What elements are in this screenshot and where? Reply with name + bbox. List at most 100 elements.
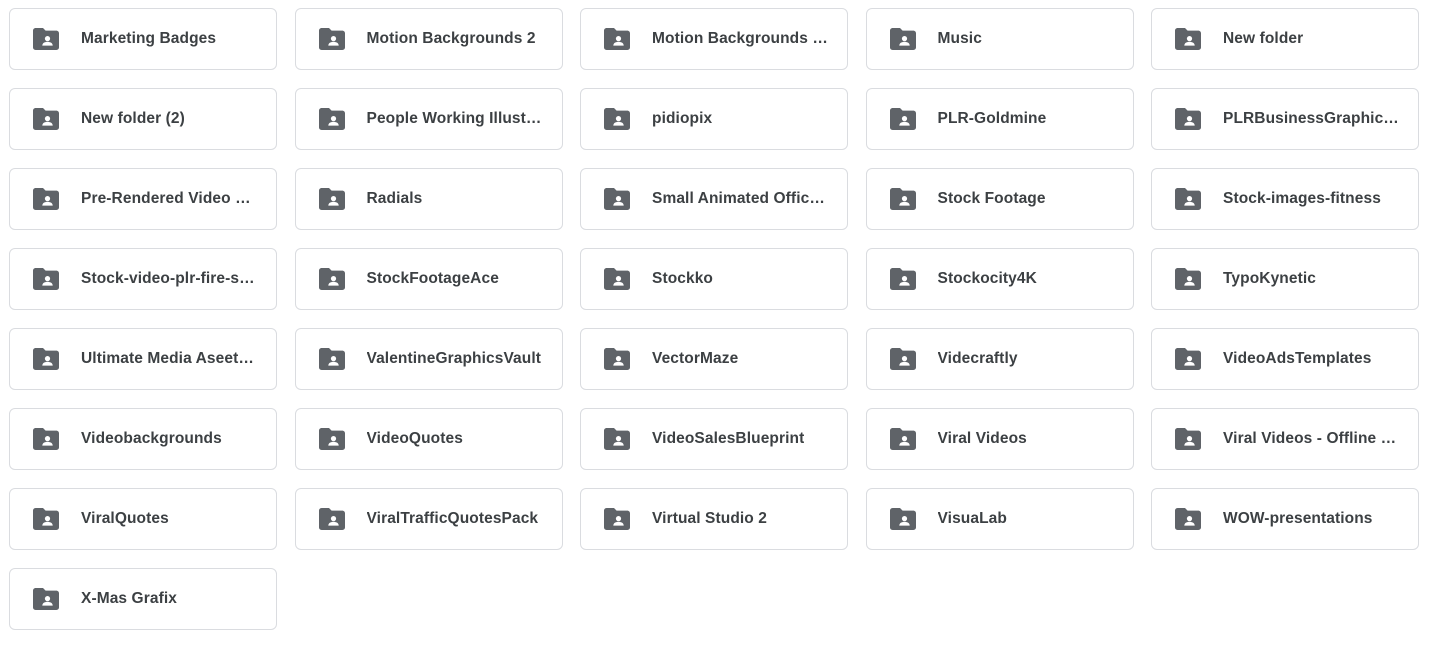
folder-card[interactable]: VisuaLab: [865, 488, 1134, 550]
folder-name: ViralTrafficQuotesPack: [366, 510, 539, 527]
folder-name: New folder (2): [81, 110, 185, 127]
folder-card[interactable]: Virtual Studio 2: [580, 488, 848, 550]
folder-name: Music: [937, 30, 982, 47]
folder-card[interactable]: Stockko: [580, 248, 848, 310]
shared-folder-icon: [1175, 28, 1201, 50]
shared-folder-icon: [33, 188, 59, 210]
folder-name: Stock Footage: [937, 190, 1046, 207]
shared-folder-icon: [889, 268, 916, 290]
shared-folder-icon: [604, 428, 630, 450]
shared-folder-icon: [318, 508, 345, 530]
folder-card[interactable]: TypoKynetic: [1151, 248, 1419, 310]
folder-name: StockFootageAce: [366, 270, 499, 287]
folder-name: VideoAdsTemplates: [1223, 350, 1372, 367]
folder-name: Virtual Studio 2: [652, 510, 767, 527]
shared-folder-icon: [318, 108, 345, 130]
folder-name: PLR-Goldmine: [937, 110, 1047, 127]
folder-name: TypoKynetic: [1223, 270, 1316, 287]
folder-card[interactable]: Small Animated Office ...: [580, 168, 848, 230]
shared-folder-icon: [889, 428, 916, 450]
folder-name: Videcraftly: [937, 350, 1018, 367]
folder-name: Stock-images-fitness: [1223, 190, 1381, 207]
folder-name: VideoQuotes: [366, 430, 463, 447]
folder-card[interactable]: VideoAdsTemplates: [1151, 328, 1419, 390]
shared-folder-icon: [33, 588, 59, 610]
folder-name: PLRBusinessGraphicT...: [1223, 110, 1402, 127]
folder-name: Pre-Rendered Video O...: [81, 190, 260, 207]
shared-folder-icon: [1175, 508, 1201, 530]
folder-card[interactable]: Pre-Rendered Video O...: [9, 168, 277, 230]
shared-folder-icon: [604, 108, 630, 130]
folder-card[interactable]: PLR-Goldmine: [865, 88, 1134, 150]
folder-card[interactable]: VectorMaze: [580, 328, 848, 390]
folder-card[interactable]: VideoQuotes: [294, 408, 563, 470]
folder-name: Stock-video-plr-fire-sal...: [81, 270, 260, 287]
folder-name: VisuaLab: [937, 510, 1007, 527]
shared-folder-icon: [1175, 188, 1201, 210]
shared-folder-icon: [1175, 428, 1201, 450]
folder-card[interactable]: Videcraftly: [865, 328, 1134, 390]
folder-card[interactable]: Radials: [294, 168, 563, 230]
shared-folder-icon: [33, 28, 59, 50]
folder-card[interactable]: ValentineGraphicsVault: [294, 328, 563, 390]
shared-folder-icon: [33, 508, 59, 530]
folder-name: Motion Backgrounds 2: [366, 30, 536, 47]
folder-card[interactable]: Motion Backgrounds 2: [294, 8, 563, 70]
folder-card[interactable]: Music: [865, 8, 1134, 70]
folder-name: VectorMaze: [652, 350, 739, 367]
folder-name: X-Mas Grafix: [81, 590, 177, 607]
folder-name: New folder: [1223, 30, 1304, 47]
folder-card[interactable]: ViralQuotes: [9, 488, 277, 550]
shared-folder-icon: [889, 348, 916, 370]
shared-folder-icon: [33, 268, 59, 290]
folder-card[interactable]: Stock-images-fitness: [1151, 168, 1419, 230]
folder-name: Marketing Badges: [81, 30, 217, 47]
folder-name: Small Animated Office ...: [652, 190, 831, 207]
folder-name: Viral Videos - Offline B...: [1223, 430, 1402, 447]
shared-folder-icon: [33, 428, 59, 450]
folder-name: Ultimate Media Aseets ...: [81, 350, 260, 367]
folder-name: pidiopix: [652, 110, 713, 127]
folder-name: VideoSalesBlueprint: [652, 430, 805, 447]
folder-card[interactable]: Ultimate Media Aseets ...: [9, 328, 277, 390]
shared-folder-icon: [33, 108, 59, 130]
folder-card[interactable]: VideoSalesBlueprint: [580, 408, 848, 470]
folder-card[interactable]: ViralTrafficQuotesPack: [294, 488, 563, 550]
shared-folder-icon: [604, 28, 630, 50]
folder-name: Videobackgrounds: [81, 430, 222, 447]
folder-card[interactable]: X-Mas Grafix: [9, 568, 277, 630]
shared-folder-icon: [604, 268, 630, 290]
folder-name: Radials: [366, 190, 423, 207]
folder-card[interactable]: StockFootageAce: [294, 248, 563, 310]
folder-name: ValentineGraphicsVault: [366, 350, 541, 367]
folder-card[interactable]: pidiopix: [580, 88, 848, 150]
shared-folder-icon: [604, 348, 630, 370]
folder-card[interactable]: New folder: [1151, 8, 1419, 70]
shared-folder-icon: [604, 188, 630, 210]
folder-card[interactable]: Videobackgrounds: [9, 408, 277, 470]
folder-name: WOW-presentations: [1223, 510, 1373, 527]
folder-card[interactable]: Motion Backgrounds S...: [580, 8, 848, 70]
folder-card[interactable]: Marketing Badges: [9, 8, 277, 70]
shared-folder-icon: [318, 188, 345, 210]
folder-name: Viral Videos: [937, 430, 1027, 447]
folder-card[interactable]: People Working Illustra...: [294, 88, 563, 150]
folder-card[interactable]: Stock Footage: [865, 168, 1134, 230]
shared-folder-icon: [318, 428, 345, 450]
folder-name: Motion Backgrounds S...: [652, 30, 831, 47]
folder-card[interactable]: Viral Videos - Offline B...: [1151, 408, 1419, 470]
folder-card[interactable]: PLRBusinessGraphicT...: [1151, 88, 1419, 150]
shared-folder-icon: [1175, 348, 1201, 370]
folder-card[interactable]: WOW-presentations: [1151, 488, 1419, 550]
folder-grid: Marketing Badges Motion Backgrounds 2 Mo…: [9, 8, 1419, 630]
shared-folder-icon: [318, 348, 345, 370]
folder-card[interactable]: Stock-video-plr-fire-sal...: [9, 248, 277, 310]
shared-folder-icon: [889, 28, 916, 50]
shared-folder-icon: [1175, 108, 1201, 130]
shared-folder-icon: [889, 108, 916, 130]
folder-card[interactable]: Stockocity4K: [865, 248, 1134, 310]
folder-name: People Working Illustra...: [366, 110, 546, 127]
folder-name: Stockocity4K: [937, 270, 1037, 287]
folder-card[interactable]: New folder (2): [9, 88, 277, 150]
folder-card[interactable]: Viral Videos: [865, 408, 1134, 470]
